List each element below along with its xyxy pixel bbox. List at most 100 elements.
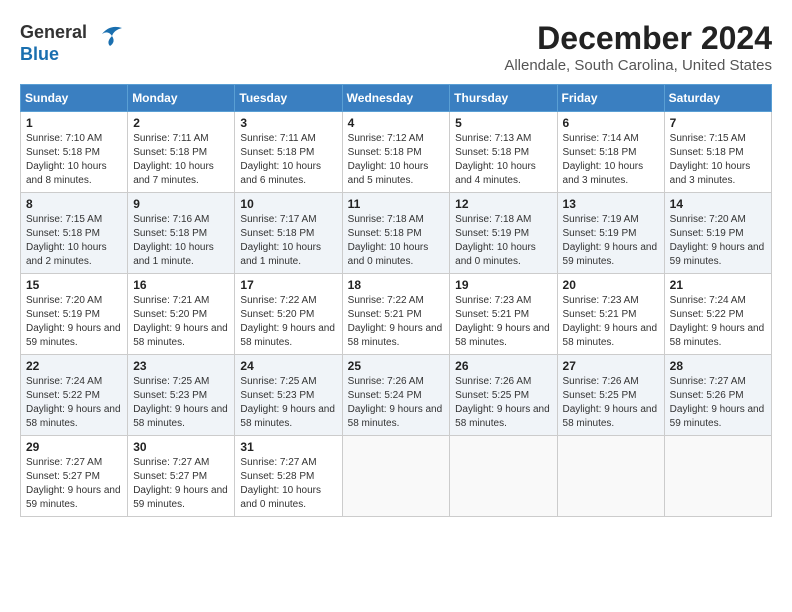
day-info: Sunrise: 7:20 AMSunset: 5:19 PMDaylight:…: [26, 294, 122, 350]
calendar-day-cell: 24 Sunrise: 7:25 AMSunset: 5:23 PMDaylig…: [235, 355, 342, 436]
calendar-week-row: 29 Sunrise: 7:27 AMSunset: 5:27 PMDaylig…: [21, 436, 772, 517]
calendar: SundayMondayTuesdayWednesdayThursdayFrid…: [20, 84, 772, 517]
day-info: Sunrise: 7:15 AMSunset: 5:18 PMDaylight:…: [26, 213, 122, 269]
day-number: 10: [240, 197, 336, 211]
calendar-day-cell: 13 Sunrise: 7:19 AMSunset: 5:19 PMDaylig…: [557, 193, 664, 274]
day-info: Sunrise: 7:25 AMSunset: 5:23 PMDaylight:…: [240, 375, 336, 431]
day-info: Sunrise: 7:14 AMSunset: 5:18 PMDaylight:…: [563, 132, 659, 188]
calendar-day-cell: 30 Sunrise: 7:27 AMSunset: 5:27 PMDaylig…: [128, 436, 235, 517]
calendar-day-header: Saturday: [664, 85, 771, 112]
calendar-day-cell: 14 Sunrise: 7:20 AMSunset: 5:19 PMDaylig…: [664, 193, 771, 274]
calendar-day-cell: 22 Sunrise: 7:24 AMSunset: 5:22 PMDaylig…: [21, 355, 128, 436]
day-info: Sunrise: 7:12 AMSunset: 5:18 PMDaylight:…: [348, 132, 445, 188]
day-number: 16: [133, 278, 229, 292]
day-number: 22: [26, 359, 122, 373]
day-number: 14: [670, 197, 766, 211]
calendar-day-cell: 6 Sunrise: 7:14 AMSunset: 5:18 PMDayligh…: [557, 112, 664, 193]
calendar-day-cell: 15 Sunrise: 7:20 AMSunset: 5:19 PMDaylig…: [21, 274, 128, 355]
calendar-day-header: Tuesday: [235, 85, 342, 112]
calendar-day-cell: 25 Sunrise: 7:26 AMSunset: 5:24 PMDaylig…: [342, 355, 450, 436]
calendar-day-cell: 26 Sunrise: 7:26 AMSunset: 5:25 PMDaylig…: [450, 355, 557, 436]
calendar-day-cell: 1 Sunrise: 7:10 AMSunset: 5:18 PMDayligh…: [21, 112, 128, 193]
calendar-day-cell: 20 Sunrise: 7:23 AMSunset: 5:21 PMDaylig…: [557, 274, 664, 355]
day-number: 20: [563, 278, 659, 292]
calendar-week-row: 15 Sunrise: 7:20 AMSunset: 5:19 PMDaylig…: [21, 274, 772, 355]
day-info: Sunrise: 7:11 AMSunset: 5:18 PMDaylight:…: [133, 132, 229, 188]
calendar-day-cell: 23 Sunrise: 7:25 AMSunset: 5:23 PMDaylig…: [128, 355, 235, 436]
calendar-day-cell: 28 Sunrise: 7:27 AMSunset: 5:26 PMDaylig…: [664, 355, 771, 436]
calendar-day-cell: 29 Sunrise: 7:27 AMSunset: 5:27 PMDaylig…: [21, 436, 128, 517]
day-number: 15: [26, 278, 122, 292]
calendar-day-cell: 10 Sunrise: 7:17 AMSunset: 5:18 PMDaylig…: [235, 193, 342, 274]
day-number: 19: [455, 278, 551, 292]
day-info: Sunrise: 7:27 AMSunset: 5:28 PMDaylight:…: [240, 456, 336, 512]
day-number: 18: [348, 278, 445, 292]
calendar-week-row: 8 Sunrise: 7:15 AMSunset: 5:18 PMDayligh…: [21, 193, 772, 274]
day-number: 28: [670, 359, 766, 373]
calendar-day-cell: 8 Sunrise: 7:15 AMSunset: 5:18 PMDayligh…: [21, 193, 128, 274]
calendar-day-cell: 18 Sunrise: 7:22 AMSunset: 5:21 PMDaylig…: [342, 274, 450, 355]
logo-blue-text: Blue: [20, 44, 59, 65]
day-info: Sunrise: 7:11 AMSunset: 5:18 PMDaylight:…: [240, 132, 336, 188]
calendar-day-cell: 4 Sunrise: 7:12 AMSunset: 5:18 PMDayligh…: [342, 112, 450, 193]
day-number: 31: [240, 440, 336, 454]
day-number: 25: [348, 359, 445, 373]
calendar-day-cell: 7 Sunrise: 7:15 AMSunset: 5:18 PMDayligh…: [664, 112, 771, 193]
day-number: 3: [240, 116, 336, 130]
calendar-day-header: Monday: [128, 85, 235, 112]
day-number: 24: [240, 359, 336, 373]
calendar-day-cell: 27 Sunrise: 7:26 AMSunset: 5:25 PMDaylig…: [557, 355, 664, 436]
day-info: Sunrise: 7:20 AMSunset: 5:19 PMDaylight:…: [670, 213, 766, 269]
day-info: Sunrise: 7:24 AMSunset: 5:22 PMDaylight:…: [670, 294, 766, 350]
calendar-day-cell: 9 Sunrise: 7:16 AMSunset: 5:18 PMDayligh…: [128, 193, 235, 274]
calendar-day-cell: [664, 436, 771, 517]
calendar-day-cell: 12 Sunrise: 7:18 AMSunset: 5:19 PMDaylig…: [450, 193, 557, 274]
day-info: Sunrise: 7:24 AMSunset: 5:22 PMDaylight:…: [26, 375, 122, 431]
day-info: Sunrise: 7:23 AMSunset: 5:21 PMDaylight:…: [455, 294, 551, 350]
day-info: Sunrise: 7:10 AMSunset: 5:18 PMDaylight:…: [26, 132, 122, 188]
calendar-week-row: 1 Sunrise: 7:10 AMSunset: 5:18 PMDayligh…: [21, 112, 772, 193]
day-number: 9: [133, 197, 229, 211]
day-info: Sunrise: 7:22 AMSunset: 5:20 PMDaylight:…: [240, 294, 336, 350]
day-number: 29: [26, 440, 122, 454]
day-info: Sunrise: 7:27 AMSunset: 5:26 PMDaylight:…: [670, 375, 766, 431]
day-number: 12: [455, 197, 551, 211]
calendar-day-header: Thursday: [450, 85, 557, 112]
logo: General Blue: [20, 20, 126, 65]
calendar-day-header: Friday: [557, 85, 664, 112]
location-title: Allendale, South Carolina, United States: [504, 57, 772, 74]
day-number: 4: [348, 116, 445, 130]
day-number: 5: [455, 116, 551, 130]
day-number: 8: [26, 197, 122, 211]
day-number: 11: [348, 197, 445, 211]
calendar-day-cell: 19 Sunrise: 7:23 AMSunset: 5:21 PMDaylig…: [450, 274, 557, 355]
calendar-day-cell: [450, 436, 557, 517]
day-info: Sunrise: 7:21 AMSunset: 5:20 PMDaylight:…: [133, 294, 229, 350]
day-info: Sunrise: 7:16 AMSunset: 5:18 PMDaylight:…: [133, 213, 229, 269]
day-info: Sunrise: 7:26 AMSunset: 5:24 PMDaylight:…: [348, 375, 445, 431]
day-info: Sunrise: 7:26 AMSunset: 5:25 PMDaylight:…: [563, 375, 659, 431]
day-info: Sunrise: 7:15 AMSunset: 5:18 PMDaylight:…: [670, 132, 766, 188]
calendar-header-row: SundayMondayTuesdayWednesdayThursdayFrid…: [21, 85, 772, 112]
calendar-day-cell: [342, 436, 450, 517]
calendar-week-row: 22 Sunrise: 7:24 AMSunset: 5:22 PMDaylig…: [21, 355, 772, 436]
month-title: December 2024: [504, 20, 772, 57]
day-info: Sunrise: 7:25 AMSunset: 5:23 PMDaylight:…: [133, 375, 229, 431]
day-info: Sunrise: 7:22 AMSunset: 5:21 PMDaylight:…: [348, 294, 445, 350]
day-info: Sunrise: 7:18 AMSunset: 5:19 PMDaylight:…: [455, 213, 551, 269]
day-info: Sunrise: 7:13 AMSunset: 5:18 PMDaylight:…: [455, 132, 551, 188]
day-number: 7: [670, 116, 766, 130]
day-info: Sunrise: 7:18 AMSunset: 5:18 PMDaylight:…: [348, 213, 445, 269]
calendar-day-cell: 16 Sunrise: 7:21 AMSunset: 5:20 PMDaylig…: [128, 274, 235, 355]
day-info: Sunrise: 7:27 AMSunset: 5:27 PMDaylight:…: [133, 456, 229, 512]
calendar-day-cell: 5 Sunrise: 7:13 AMSunset: 5:18 PMDayligh…: [450, 112, 557, 193]
day-number: 27: [563, 359, 659, 373]
title-area: December 2024 Allendale, South Carolina,…: [504, 20, 772, 74]
header: General Blue December 2024 Allendale, So…: [20, 20, 772, 74]
day-number: 2: [133, 116, 229, 130]
day-number: 23: [133, 359, 229, 373]
calendar-day-cell: 17 Sunrise: 7:22 AMSunset: 5:20 PMDaylig…: [235, 274, 342, 355]
day-number: 30: [133, 440, 229, 454]
day-number: 6: [563, 116, 659, 130]
day-info: Sunrise: 7:27 AMSunset: 5:27 PMDaylight:…: [26, 456, 122, 512]
